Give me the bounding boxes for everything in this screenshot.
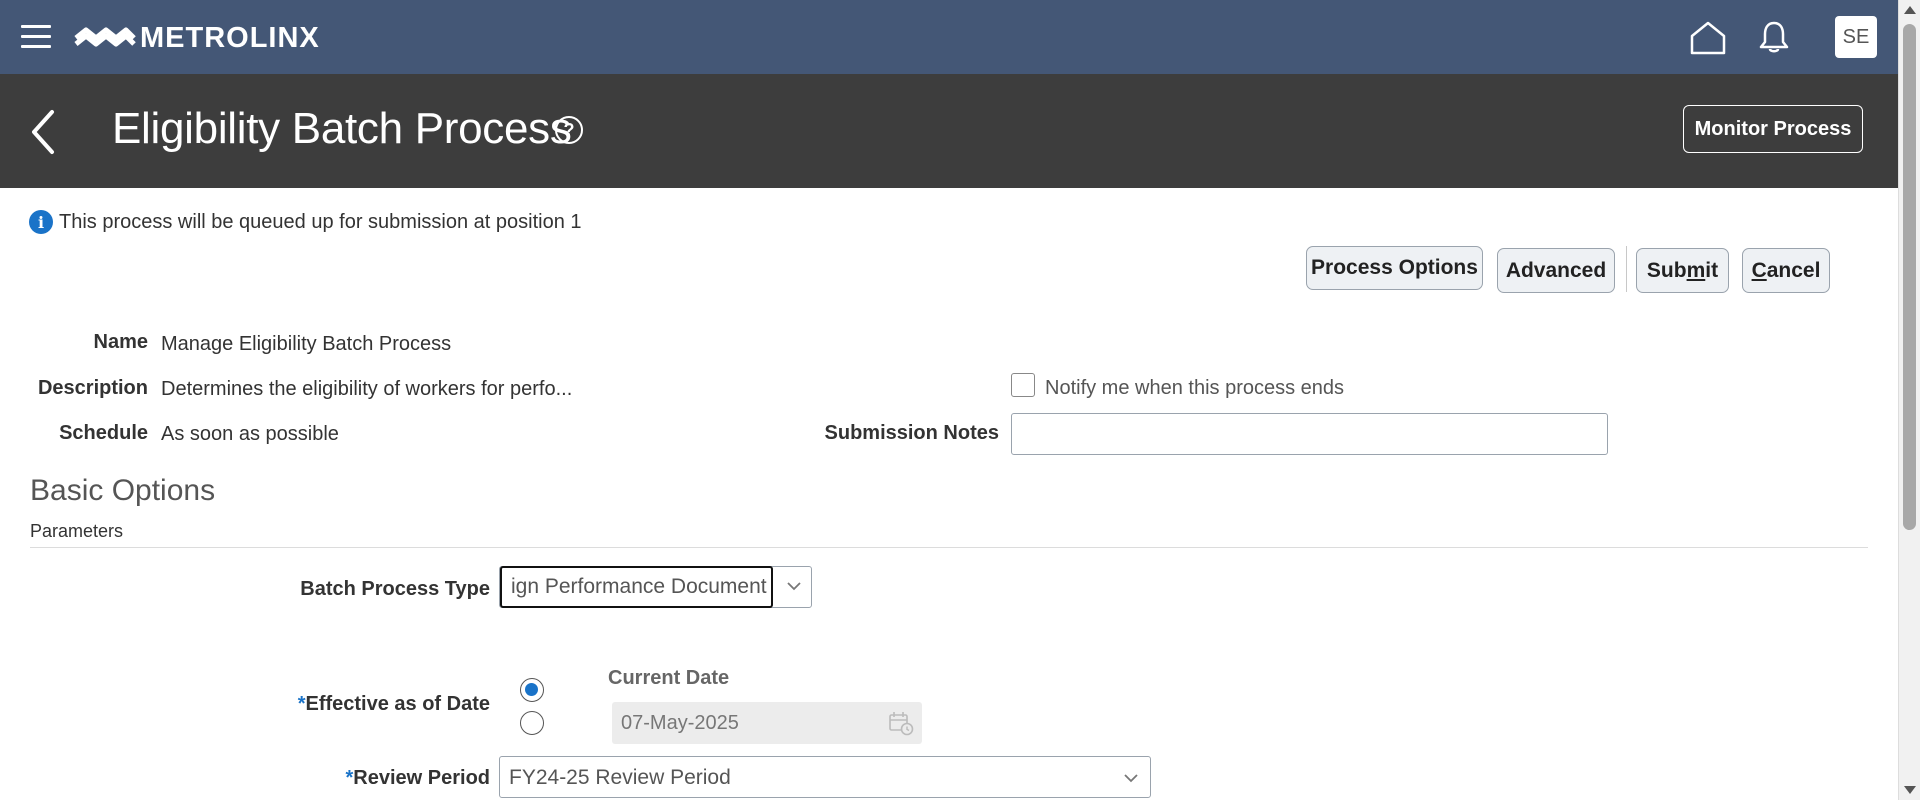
schedule-label: Schedule [59,422,148,444]
review-period-label-text: Review Period [353,767,490,789]
name-label: Name [93,331,148,353]
chevron-down-icon[interactable] [787,579,801,593]
batch-process-type-value[interactable]: ign Performance Document [500,566,773,608]
specific-date-radio[interactable] [520,711,544,735]
effective-date-label-text: Effective as of Date [305,693,490,715]
effective-date-label: *Effective as of Date [298,693,490,716]
help-icon[interactable]: ? [555,116,583,144]
review-period-select[interactable]: FY24-25 Review Period [499,756,1151,798]
submission-notes-input[interactable] [1011,413,1608,455]
current-date-radio[interactable] [520,678,544,702]
page-scrollbar[interactable] [1898,0,1920,800]
batch-process-type-label: Batch Process Type [300,578,490,600]
cancel-accesskey: C [1751,258,1767,282]
cancel-label-part: ancel [1766,258,1821,282]
submit-label-part: Sub [1646,258,1687,282]
bell-icon[interactable] [1758,20,1790,54]
schedule-value: As soon as possible [161,423,339,445]
chevron-down-icon[interactable] [1124,771,1138,785]
info-text: This process will be queued up for submi… [59,210,582,233]
description-label: Description [37,377,148,399]
home-icon[interactable] [1689,20,1727,56]
page-title: Eligibility Batch Process [112,104,572,153]
back-arrow-icon[interactable] [28,108,58,156]
page-header: Eligibility Batch Process ? Monitor Proc… [0,74,1898,188]
submission-notes-label: Submission Notes [824,422,999,444]
monitor-process-button[interactable]: Monitor Process [1683,105,1863,153]
submit-button[interactable]: Submit [1636,248,1729,293]
batch-process-type-select[interactable]: ign Performance Document [499,566,812,608]
metrolinx-logo-icon [74,27,136,47]
user-avatar[interactable]: SE [1835,16,1877,58]
menu-icon[interactable] [21,25,51,49]
brand-name: METROLINX [140,21,320,54]
notify-label[interactable]: Notify me when this process ends [1045,377,1344,400]
scroll-thumb[interactable] [1903,24,1916,530]
notify-checkbox[interactable] [1011,373,1035,397]
section-divider [30,547,1868,548]
submit-accesskey: m [1686,258,1706,282]
info-icon: i [29,210,53,234]
effective-date-value: 07-May-2025 [621,712,739,734]
current-date-label: Current Date [608,667,730,689]
submit-label-part: it [1705,258,1719,282]
info-message: i This process will be queued up for sub… [29,210,582,234]
effective-date-input: 07-May-2025 [612,702,922,744]
brand-logo[interactable]: METROLINX [74,18,320,58]
calendar-icon [889,712,914,736]
name-value: Manage Eligibility Batch Process [161,333,452,355]
global-header: METROLINX SE [0,0,1898,74]
description-value: Determines the eligibility of workers fo… [161,378,573,400]
parameters-heading: Parameters [30,521,124,541]
basic-options-heading: Basic Options [30,474,216,507]
scroll-up-arrow-icon[interactable] [1904,6,1916,14]
advanced-button[interactable]: Advanced [1497,248,1615,293]
button-separator [1626,246,1627,292]
review-period-value[interactable]: FY24-25 Review Period [509,766,731,790]
scroll-down-arrow-icon[interactable] [1904,786,1916,794]
cancel-button[interactable]: Cancel [1742,248,1830,293]
process-options-button[interactable]: Process Options [1306,246,1483,290]
review-period-label: *Review Period [345,767,490,790]
